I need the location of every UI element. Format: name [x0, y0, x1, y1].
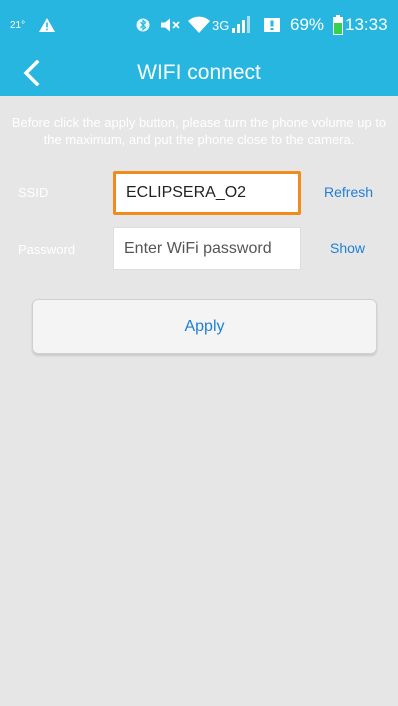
page-title: WIFI connect [137, 61, 261, 84]
wifi-icon [187, 0, 211, 50]
battery-percent: 69% [290, 15, 325, 34]
bluetooth-icon [136, 0, 150, 50]
temperature-indicator: 21° [10, 19, 26, 31]
password-input[interactable] [113, 227, 301, 270]
refresh-button[interactable]: Refresh [324, 184, 373, 200]
notification-icon [263, 0, 283, 50]
app-bar: WIFI connect [0, 50, 398, 96]
signal-icon [231, 0, 253, 50]
alert-icon [38, 0, 56, 50]
ssid-input[interactable] [113, 171, 301, 215]
network-type: 3G [212, 17, 230, 33]
instruction-text: Before click the apply button, please tu… [11, 115, 387, 147]
show-password-button[interactable]: Show [330, 240, 365, 256]
battery-icon [333, 0, 343, 50]
apply-button[interactable]: Apply [32, 299, 377, 354]
mute-icon [160, 0, 182, 50]
password-label: Password [18, 242, 76, 257]
status-bar: 21° 3G 69% 13:33 [0, 0, 398, 50]
ssid-label: SSID [18, 185, 49, 200]
clock: 13:33 [345, 15, 388, 34]
apply-button-label: Apply [184, 317, 225, 335]
